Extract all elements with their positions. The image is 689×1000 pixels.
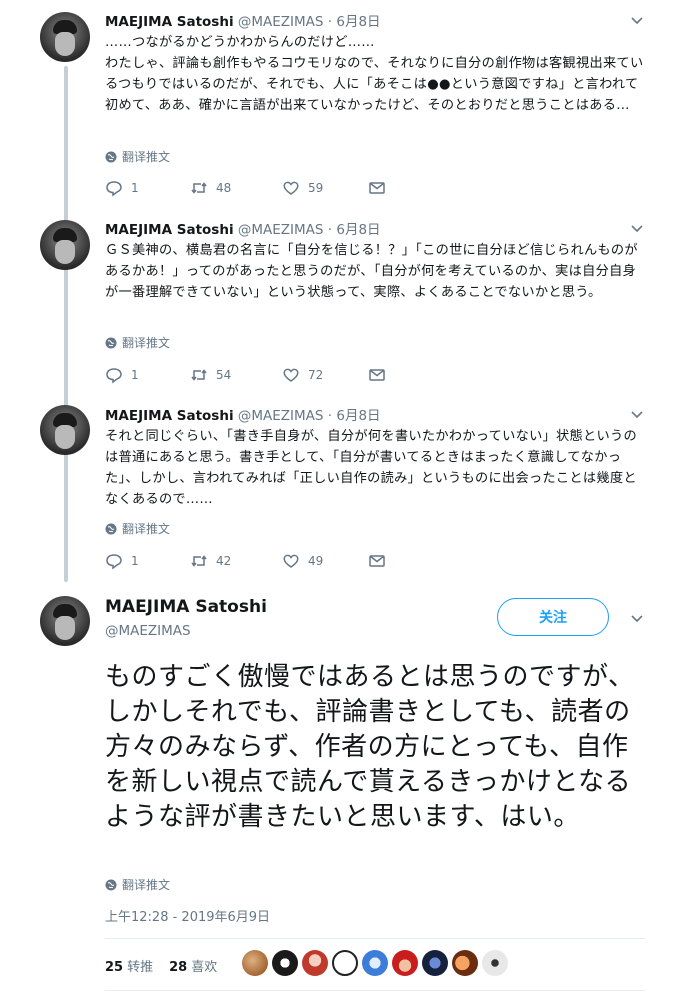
envelope-icon (369, 555, 385, 567)
divider (105, 990, 645, 991)
engagement-stats: 25 转推 28 喜欢 (105, 956, 217, 975)
retweet-icon (191, 369, 207, 381)
main-tweet-text: ものすごく傲慢ではあるとは思うのですが、しかしそれでも、評論書きとしても、読者の… (105, 662, 635, 832)
heart-icon (283, 181, 299, 195)
retweet-button[interactable]: 42 (190, 552, 231, 570)
liker-avatar[interactable] (482, 950, 508, 976)
like-total: 28 (169, 960, 188, 975)
like-button[interactable]: 59 (282, 179, 323, 197)
tweet-text: それと同じぐらい、「書き手自身が、自分が何を書いたかわかっていない」状態というの… (105, 429, 637, 507)
message-button[interactable] (368, 552, 386, 570)
reply-count: 1 (131, 554, 139, 568)
chevron-down-icon[interactable] (628, 610, 646, 628)
heart-icon (283, 368, 299, 382)
globe-icon (105, 879, 117, 890)
follow-button[interactable]: 关注 (497, 598, 609, 636)
retweet-count: 48 (216, 181, 232, 195)
like-count: 49 (308, 554, 324, 568)
tweet-actions: 1 42 49 (105, 552, 405, 572)
author-name[interactable]: MAEJIMA Satoshi (105, 408, 234, 424)
divider (105, 938, 645, 939)
reply-count: 1 (131, 181, 139, 195)
liker-avatar[interactable] (452, 950, 478, 976)
main-author-name[interactable]: MAEJIMA Satoshi (105, 597, 267, 617)
reply-button[interactable]: 1 (105, 179, 139, 197)
tweet-date[interactable]: · 6月8日 (328, 408, 381, 424)
tweet-date[interactable]: · 6月8日 (328, 14, 381, 30)
chevron-down-icon[interactable] (628, 12, 646, 30)
liker-avatar[interactable] (392, 950, 418, 976)
translate-link[interactable]: 翻译推文 (105, 334, 170, 351)
retweet-icon (191, 182, 207, 194)
tweet-header: MAEJIMA Satoshi @MAEZIMAS · 6月8日 (105, 218, 381, 238)
retweet-button[interactable]: 54 (190, 366, 231, 384)
retweet-stat[interactable]: 25 转推 (105, 956, 153, 975)
globe-icon (105, 151, 117, 162)
avatar[interactable] (40, 405, 90, 455)
reply-icon (106, 368, 122, 384)
reply-count: 1 (131, 368, 139, 382)
author-handle[interactable]: @MAEZIMAS (238, 222, 324, 238)
tweet-date[interactable]: · 6月8日 (328, 222, 381, 238)
main-avatar[interactable] (40, 596, 90, 646)
translate-link[interactable]: 翻译推文 (105, 876, 170, 893)
reply-button[interactable]: 1 (105, 366, 139, 384)
tweet-actions: 1 48 59 (105, 179, 405, 199)
liker-avatar[interactable] (362, 950, 388, 976)
like-button[interactable]: 72 (282, 366, 323, 384)
chevron-down-icon[interactable] (628, 406, 646, 424)
liker-avatars (242, 950, 508, 976)
message-button[interactable] (368, 366, 386, 384)
reply-icon (106, 181, 122, 197)
retweet-count: 42 (216, 554, 232, 568)
retweet-button[interactable]: 48 (190, 179, 231, 197)
translate-label[interactable]: 翻译推文 (122, 876, 170, 893)
liker-avatar[interactable] (332, 950, 358, 976)
tweet-text: ……つながるかどうかわからんのだけど…… わたしゃ、評論も創作もやるコウモリなの… (105, 35, 644, 113)
envelope-icon (369, 182, 385, 194)
translate-label[interactable]: 翻译推文 (122, 334, 170, 351)
retweet-icon (191, 555, 207, 567)
tweet-timestamp[interactable]: 上午12:28 - 2019年6月9日 (105, 906, 270, 925)
author-handle[interactable]: @MAEZIMAS (238, 408, 324, 424)
globe-icon (105, 337, 117, 348)
like-button[interactable]: 49 (282, 552, 323, 570)
author-name[interactable]: MAEJIMA Satoshi (105, 14, 234, 30)
envelope-icon (369, 369, 385, 381)
heart-icon (283, 554, 299, 568)
like-stat-label: 喜欢 (191, 960, 218, 975)
liker-avatar[interactable] (302, 950, 328, 976)
tweet-header: MAEJIMA Satoshi @MAEZIMAS · 6月8日 (105, 10, 381, 30)
avatar[interactable] (40, 220, 90, 270)
message-button[interactable] (368, 179, 386, 197)
retweet-stat-label: 转推 (127, 960, 154, 975)
translate-link[interactable]: 翻译推文 (105, 148, 170, 165)
translate-label[interactable]: 翻译推文 (122, 520, 170, 537)
retweet-total: 25 (105, 960, 124, 975)
tweet-text: ＧＳ美神の、横島君の名言に「自分を信じる！？」「この世に自分ほど信じられんものが… (105, 243, 638, 300)
tweet-header: MAEJIMA Satoshi @MAEZIMAS · 6月8日 (105, 404, 381, 424)
like-stat[interactable]: 28 喜欢 (169, 956, 217, 975)
translate-link[interactable]: 翻译推文 (105, 520, 170, 537)
author-handle[interactable]: @MAEZIMAS (238, 14, 324, 30)
retweet-count: 54 (216, 368, 232, 382)
globe-icon (105, 523, 117, 534)
tweet-actions: 1 54 72 (105, 366, 405, 386)
liker-avatar[interactable] (242, 950, 268, 976)
thread-connector (64, 66, 68, 582)
reply-icon (106, 554, 122, 570)
translate-label[interactable]: 翻译推文 (122, 148, 170, 165)
author-name[interactable]: MAEJIMA Satoshi (105, 222, 234, 238)
liker-avatar[interactable] (272, 950, 298, 976)
liker-avatar[interactable] (422, 950, 448, 976)
main-author-handle[interactable]: @MAEZIMAS (105, 623, 191, 639)
reply-button[interactable]: 1 (105, 552, 139, 570)
chevron-down-icon[interactable] (628, 220, 646, 238)
like-count: 59 (308, 181, 324, 195)
like-count: 72 (308, 368, 324, 382)
avatar[interactable] (40, 12, 90, 62)
